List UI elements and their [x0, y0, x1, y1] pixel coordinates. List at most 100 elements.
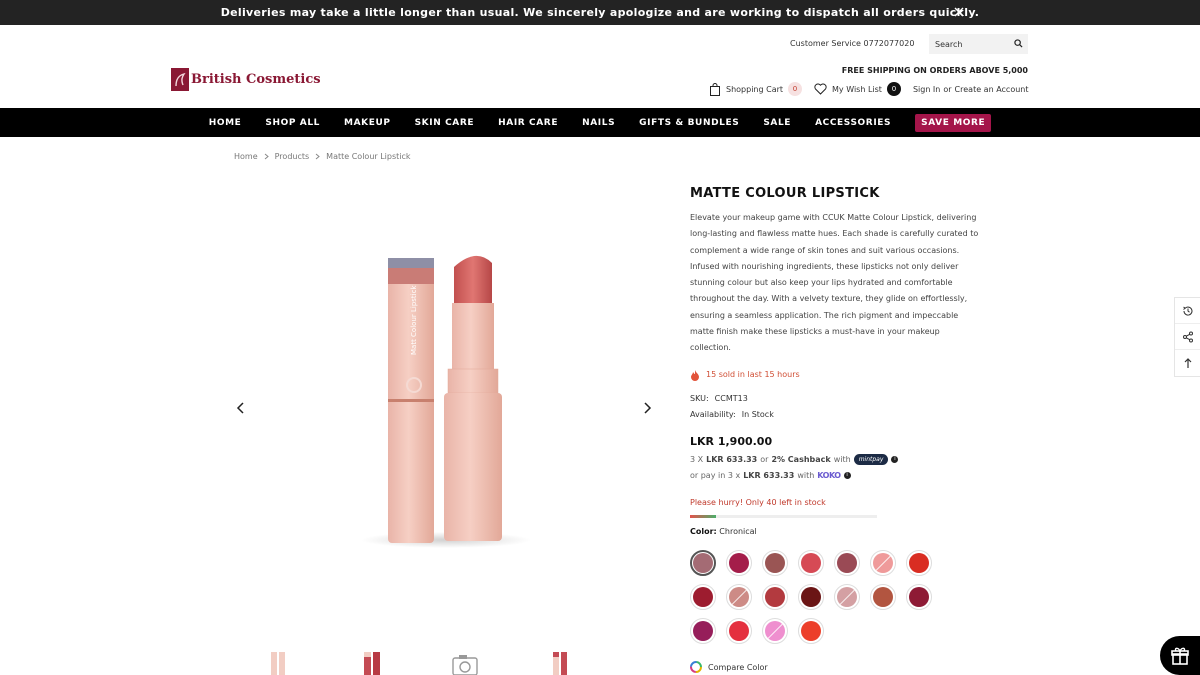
sku-value: CCMT13: [714, 393, 748, 403]
stock-warning: Please hurry! Only 40 left in stock: [690, 497, 826, 507]
chevron-right-icon: [315, 153, 320, 160]
announcement-bar: Deliveries may take a little longer than…: [0, 0, 1200, 25]
color-swatch[interactable]: [798, 550, 824, 576]
sign-in-link[interactable]: Sign In: [913, 85, 940, 94]
color-swatch-fill: [693, 553, 713, 573]
color-swatch[interactable]: [798, 618, 824, 644]
compare-color-text: Compare Color: [708, 662, 768, 672]
nav-makeup[interactable]: MAKEUP: [344, 118, 391, 128]
info-icon[interactable]: i: [843, 471, 851, 479]
search-icon[interactable]: [1014, 39, 1023, 48]
color-swatch-fill: [873, 553, 893, 573]
or-text: or: [943, 84, 952, 94]
product-info: MATTE COLOUR LIPSTICK Elevate your makeu…: [690, 186, 980, 536]
main-nav: HOME SHOP ALL MAKEUP SKIN CARE HAIR CARE…: [0, 108, 1200, 137]
color-swatch[interactable]: [906, 550, 932, 576]
gift-icon: [1171, 647, 1189, 665]
wishlist-link[interactable]: My Wish List 0: [814, 82, 901, 96]
customer-service-text: Customer Service 0772077020: [790, 39, 915, 48]
share-icon: [1182, 331, 1193, 342]
nav-home[interactable]: HOME: [209, 118, 242, 128]
breadcrumb-current: Matte Colour Lipstick: [326, 152, 411, 161]
color-swatch-fill: [837, 553, 857, 573]
color-swatch-fill: [909, 553, 929, 573]
color-swatches: [690, 550, 950, 644]
recently-viewed-button[interactable]: [1175, 298, 1200, 324]
color-swatch[interactable]: [690, 618, 716, 644]
compare-color-link[interactable]: Compare Color: [690, 661, 768, 673]
shopping-cart-link[interactable]: Shopping Cart 0: [709, 82, 803, 96]
color-swatch[interactable]: [726, 618, 752, 644]
color-swatch[interactable]: [906, 584, 932, 610]
color-swatch-fill: [801, 621, 821, 641]
product-description: Elevate your makeup game with CCUK Matte…: [690, 213, 979, 353]
koko-amount: LKR 633.33: [743, 470, 795, 480]
color-swatch[interactable]: [690, 550, 716, 576]
thumbnail-4[interactable]: [542, 648, 576, 675]
mintpay-cashback: 2% Cashback: [771, 454, 831, 464]
create-account-link[interactable]: Create an Account: [955, 85, 1029, 94]
availability-label: Availability:: [690, 409, 736, 419]
thumbnail-1[interactable]: [260, 648, 294, 675]
color-swatch-fill: [729, 553, 749, 573]
nav-accessories[interactable]: ACCESSORIES: [815, 118, 891, 128]
product-gallery: Matt Colour Lipstick: [226, 185, 666, 625]
color-swatch[interactable]: [726, 584, 752, 610]
mintpay-prefix: 3 X: [690, 454, 704, 464]
thumbnail-2[interactable]: [354, 648, 388, 675]
sold-text: 15 sold in last 15 hours: [706, 370, 800, 380]
nav-save-more[interactable]: SAVE MORE: [915, 113, 992, 132]
color-swatch[interactable]: [690, 584, 716, 610]
color-swatch-fill: [765, 621, 785, 641]
color-swatch[interactable]: [726, 550, 752, 576]
nav-skin-care[interactable]: SKIN CARE: [415, 118, 475, 128]
color-swatch[interactable]: [762, 618, 788, 644]
color-swatch-fill: [801, 587, 821, 607]
breadcrumb: Home Products Matte Colour Lipstick: [234, 152, 411, 161]
nav-hair-care[interactable]: HAIR CARE: [498, 118, 558, 128]
gift-button[interactable]: [1160, 636, 1200, 675]
nav-nails[interactable]: NAILS: [582, 118, 615, 128]
thumbnail-strip: [260, 648, 576, 675]
color-swatch-fill: [729, 587, 749, 607]
breadcrumb-home[interactable]: Home: [234, 152, 258, 161]
koko-prefix: or pay in 3 x: [690, 470, 741, 480]
close-icon[interactable]: [952, 5, 966, 19]
color-swatch[interactable]: [834, 550, 860, 576]
nav-sale[interactable]: SALE: [763, 118, 791, 128]
koko-logo[interactable]: KOKO: [817, 471, 841, 480]
search-box[interactable]: [929, 34, 1028, 54]
back-to-top-button[interactable]: [1175, 350, 1200, 376]
chevron-right-icon[interactable]: [640, 401, 654, 415]
wishlist-label: My Wish List: [832, 84, 882, 94]
stock-progress-fill: [690, 514, 717, 518]
availability-value: In Stock: [741, 409, 774, 419]
breadcrumb-products[interactable]: Products: [275, 152, 310, 161]
thumbnail-3-camera-icon[interactable]: [448, 648, 482, 675]
color-swatch[interactable]: [834, 584, 860, 610]
share-button[interactable]: [1175, 324, 1200, 350]
account-links: Sign In or Create an Account: [913, 85, 1029, 94]
color-swatch[interactable]: [798, 584, 824, 610]
color-swatch[interactable]: [870, 550, 896, 576]
chevron-left-icon[interactable]: [234, 401, 248, 415]
color-label-key: Color:: [690, 526, 717, 536]
free-shipping-note: FREE SHIPPING ON ORDERS ABOVE 5,000: [841, 66, 1028, 75]
nav-shop-all[interactable]: SHOP ALL: [265, 118, 320, 128]
mintpay-logo[interactable]: mintpay: [853, 453, 889, 465]
wishlist-count-badge: 0: [886, 82, 901, 96]
product-title: MATTE COLOUR LIPSTICK: [690, 186, 880, 201]
nav-gifts-bundles[interactable]: GIFTS & BUNDLES: [639, 118, 739, 128]
color-swatch[interactable]: [870, 584, 896, 610]
color-label-value: Chronical: [719, 526, 757, 536]
search-input[interactable]: [935, 39, 1015, 49]
color-label: Color: Chronical: [690, 527, 980, 536]
koko-installment: or pay in 3 x LKR 633.33 with KOKO i: [690, 471, 980, 480]
tube-label-text: Matt Colour Lipstick: [410, 285, 418, 355]
account-bar: Shopping Cart 0 My Wish List 0 Sign In o…: [709, 82, 1029, 96]
product-price: LKR 1,900.00: [690, 434, 773, 448]
site-logo[interactable]: British Cosmetics: [171, 68, 321, 91]
info-icon[interactable]: i: [891, 455, 899, 463]
color-swatch[interactable]: [762, 550, 788, 576]
color-swatch[interactable]: [762, 584, 788, 610]
